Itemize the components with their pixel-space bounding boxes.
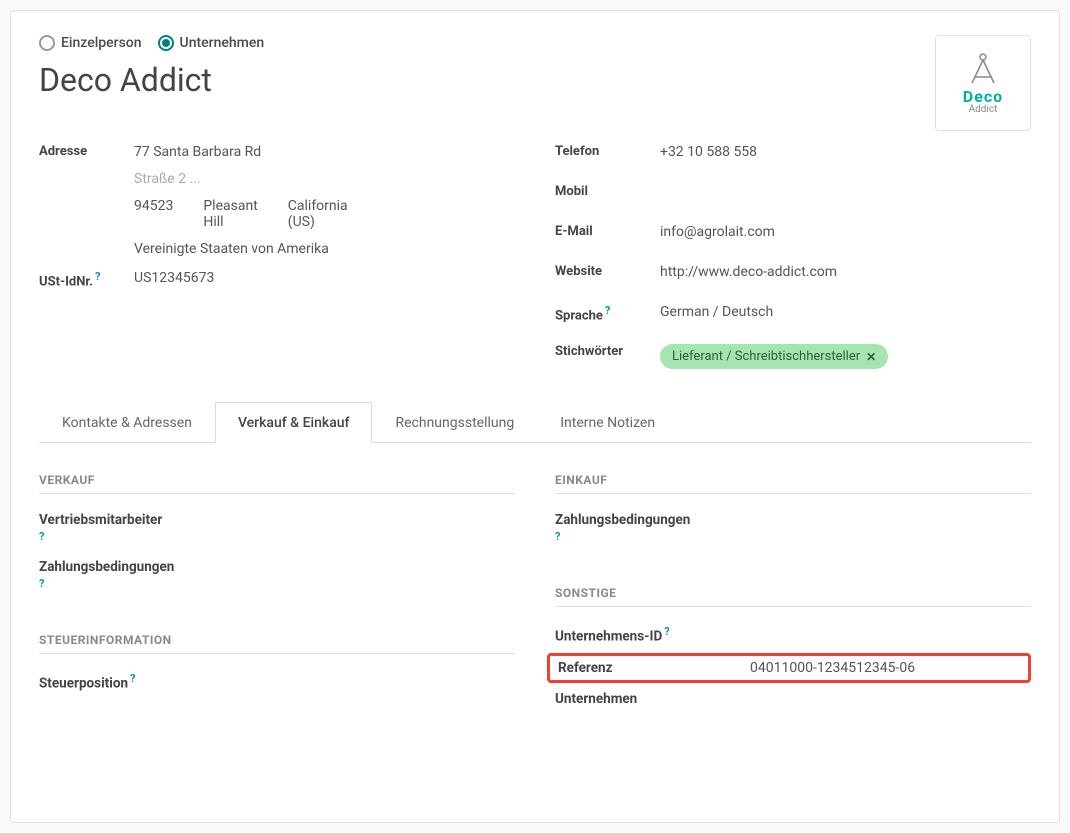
logo-sub: Addict [969, 105, 998, 115]
salesperson-help-icon[interactable]: ? [39, 530, 239, 543]
tab-sales-content: Verkauf Vertriebsmitarbeiter? Zahlungsbe… [39, 443, 1031, 752]
lang-help-icon[interactable]: ? [605, 304, 610, 317]
header-left: Einzelperson Unternehmen Deco Addict [39, 35, 264, 129]
section-tax: Steuerinformation [39, 633, 515, 654]
supp-payment-terms-label: Zahlungsbedingungen ? [555, 512, 755, 543]
tag-text: Lieferant / Schreibtischhersteller [672, 349, 860, 364]
compass-icon [965, 51, 1001, 87]
radio-company[interactable]: Unternehmen [158, 35, 265, 51]
street2-input[interactable]: Straße 2 ... [134, 168, 515, 187]
mobile-input[interactable] [660, 181, 1031, 184]
email-label: E-Mail [555, 221, 660, 239]
address-field: Adresse 77 Santa Barbara Rd Straße 2 ...… [39, 141, 515, 257]
radio-company-icon [158, 35, 174, 51]
vat-help-icon[interactable]: ? [95, 270, 100, 283]
contact-image[interactable]: Deco Addict [935, 35, 1031, 131]
cust-payment-terms-help-icon[interactable]: ? [39, 577, 239, 590]
state-input[interactable]: California (US) [288, 195, 348, 230]
contact-type-radio-group: Einzelperson Unternehmen [39, 35, 264, 51]
phone-input[interactable]: +32 10 588 558 [660, 141, 1031, 160]
city-input[interactable]: Pleasant Hill [203, 195, 257, 230]
reference-label: Referenz [558, 660, 750, 676]
reference-input[interactable]: 04011000-1234512345-06 [750, 660, 1020, 676]
mobile-label: Mobil [555, 181, 660, 199]
radio-individual-label: Einzelperson [61, 35, 142, 51]
tag-remove-icon[interactable]: ✕ [866, 350, 876, 364]
radio-company-label: Unternehmen [180, 35, 265, 51]
radio-individual-icon [39, 35, 55, 51]
section-misc: Sonstige [555, 586, 1031, 607]
email-input[interactable]: info@agrolait.com [660, 221, 1031, 240]
section-purchase: Einkauf [555, 473, 1031, 494]
company-id-help-icon[interactable]: ? [664, 625, 669, 638]
lang-input[interactable]: German / Deutsch [660, 301, 1031, 320]
street1-input[interactable]: 77 Santa Barbara Rd [134, 141, 515, 160]
tab-invoicing[interactable]: Rechnungsstellung [372, 402, 537, 443]
reference-highlight: Referenz 04011000-1234512345-06 [547, 653, 1031, 683]
company-id-label: Unternehmens-ID? [555, 625, 755, 645]
address-label: Adresse [39, 141, 134, 159]
phone-label: Telefon [555, 141, 660, 159]
radio-individual[interactable]: Einzelperson [39, 35, 142, 51]
salesperson-label: Vertriebsmitarbeiter? [39, 512, 239, 543]
vat-field: USt-IdNr.? US12345673 [39, 267, 515, 297]
zip-input[interactable]: 94523 [134, 195, 173, 230]
tags-label: Stichwörter [555, 341, 660, 359]
fiscal-pos-label: Steuerposition? [39, 672, 239, 692]
website-label: Website [555, 261, 660, 279]
contact-name-title[interactable]: Deco Addict [39, 61, 264, 99]
tab-internal-notes[interactable]: Interne Notizen [537, 402, 678, 443]
contact-form-sheet: Einzelperson Unternehmen Deco Addict Dec… [10, 10, 1060, 823]
cust-payment-terms-label: Zahlungsbedingungen ? [39, 559, 239, 590]
supp-payment-terms-help-icon[interactable]: ? [555, 530, 755, 543]
form-tabs: Kontakte & Adressen Verkauf & Einkauf Re… [39, 401, 1031, 443]
website-input[interactable]: http://www.deco-addict.com [660, 261, 1031, 280]
company-label: Unternehmen [555, 691, 755, 707]
country-input[interactable]: Vereinigte Staaten von Amerika [134, 238, 515, 257]
fiscal-pos-help-icon[interactable]: ? [130, 672, 135, 685]
tab-contacts[interactable]: Kontakte & Adressen [39, 402, 215, 443]
section-sales: Verkauf [39, 473, 515, 494]
tab-sales-purchase[interactable]: Verkauf & Einkauf [215, 402, 373, 443]
tag-item: Lieferant / Schreibtischhersteller ✕ [660, 344, 888, 369]
tags-input[interactable]: Lieferant / Schreibtischhersteller ✕ [660, 341, 1031, 369]
vat-label: USt-IdNr.? [39, 267, 134, 289]
logo-brand: Deco [963, 89, 1003, 105]
lang-label: Sprache? [555, 301, 660, 323]
vat-input[interactable]: US12345673 [134, 267, 515, 286]
